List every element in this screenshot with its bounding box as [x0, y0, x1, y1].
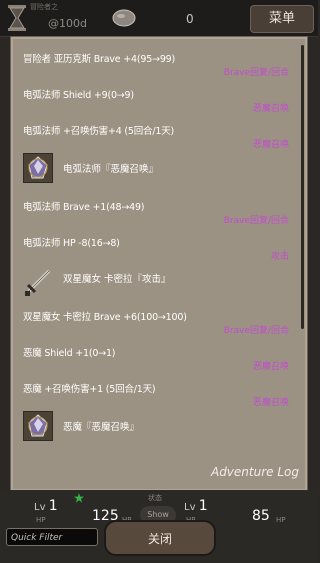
log-entry-text: 电弧法师 +召唤伤害+4 (5回合/1天)	[23, 126, 175, 137]
currency-text: @100d	[48, 17, 87, 30]
log-entry-tag: Brave回复/回合	[223, 68, 289, 78]
log-entry-tag: Brave回复/回合	[223, 326, 289, 336]
log-entry-text: 电弧法师 HP -8(16→8)	[23, 238, 120, 249]
log-entry-text: 恶魔 +召唤伤害+1 (5回合/1天)	[23, 384, 156, 395]
center-label: 状态	[148, 494, 162, 502]
menu-button[interactable]: 菜单	[250, 5, 314, 33]
log-scrollbar[interactable]	[301, 45, 304, 329]
left-level-label: Lv	[34, 502, 46, 513]
header-tiny-label: 冒险者之	[30, 3, 58, 11]
crystal-icon	[23, 411, 53, 441]
quick-filter-input[interactable]: Quick Filter	[6, 528, 98, 546]
right-hp-value: 85	[252, 508, 270, 524]
log-entry-text: 电弧法师『恶魔召唤』	[63, 164, 159, 175]
stone-icon	[112, 9, 136, 27]
log-entry-tag: 攻击	[270, 252, 289, 262]
adventure-log-panel[interactable]: 冒险者 亚历克斯 Brave +4(95→99) Brave回复/回合 电弧法师…	[10, 36, 308, 492]
left-level: Lv 1	[34, 498, 58, 514]
log-entry-text: 双星魔女 卡密拉『攻击』	[63, 274, 171, 285]
right-level-value: 1	[198, 498, 208, 514]
star-icon	[74, 493, 84, 503]
right-level-label: Lv	[184, 502, 196, 513]
log-entry-text: 冒险者 亚历克斯 Brave +4(95→99)	[23, 54, 176, 65]
hourglass-icon	[8, 5, 26, 31]
log-entry-tag: 恶魔召唤	[252, 398, 289, 408]
right-hp-unit: HP	[276, 516, 286, 524]
log-entry-text: 电弧法师 Brave +1(48→49)	[23, 202, 145, 213]
log-entry-text: 电弧法师 Shield +9(0→9)	[23, 90, 134, 101]
log-entry-text: 双星魔女 卡密拉 Brave +6(100→100)	[23, 312, 187, 323]
left-level-value: 1	[48, 498, 58, 514]
log-entry-tag: 恶魔召唤	[252, 104, 289, 114]
left-hp-label: HP	[36, 516, 46, 524]
log-entry-tag: 恶魔召唤	[252, 362, 289, 372]
log-entry-tag: 恶魔召唤	[252, 140, 289, 150]
top-status-bar: 冒险者之 @100d 0 菜单	[0, 0, 318, 37]
crystal-icon	[23, 153, 53, 183]
stone-count: 0	[186, 12, 194, 26]
log-title: Adventure Log	[210, 465, 299, 479]
sword-icon	[25, 269, 51, 296]
right-level: Lv 1	[184, 498, 208, 514]
log-entry-text: 恶魔『恶魔召唤』	[63, 422, 140, 433]
close-button[interactable]: 关闭	[104, 520, 216, 556]
log-entry-tag: Brave回复/回合	[223, 216, 289, 226]
log-entry-text: 恶魔 Shield +1(0→1)	[23, 348, 116, 359]
